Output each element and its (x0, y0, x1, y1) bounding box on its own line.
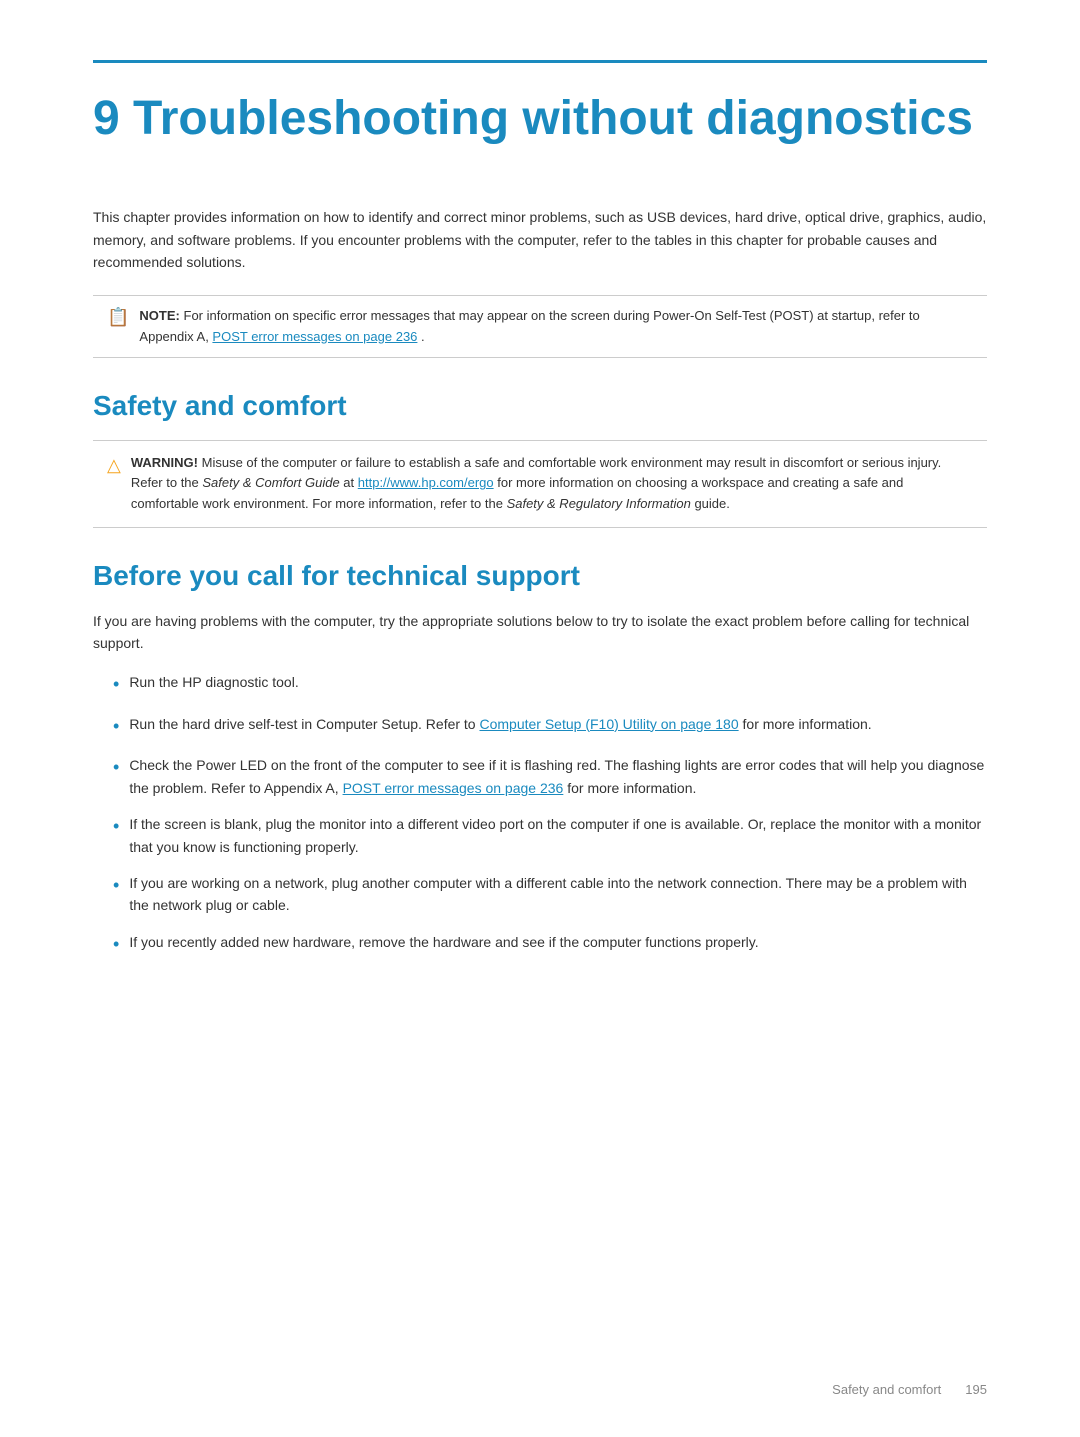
footer-page-number: 195 (965, 1382, 987, 1397)
section2-heading: Before you call for technical support (93, 560, 987, 592)
chapter-number: 9 (93, 92, 120, 145)
list-item-text: If you are working on a network, plug an… (129, 872, 987, 917)
list-item: • Run the hard drive self-test in Comput… (113, 713, 987, 741)
list-item-text: If you recently added new hardware, remo… (129, 931, 758, 953)
bullet-link[interactable]: POST error messages on page 236 (343, 780, 564, 796)
bullet-list: • Run the HP diagnostic tool. • Run the … (113, 671, 987, 959)
section1-heading: Safety and comfort (93, 390, 987, 422)
warning-text: WARNING! Misuse of the computer or failu… (131, 453, 973, 515)
intro-paragraph: This chapter provides information on how… (93, 206, 987, 273)
support-intro: If you are having problems with the comp… (93, 610, 987, 655)
list-item: • If the screen is blank, plug the monit… (113, 813, 987, 858)
chapter-title: 9 Troubleshooting without diagnostics (93, 91, 987, 146)
warning-italic2: Safety & Regulatory Information (507, 496, 691, 511)
warning-text-end: guide. (694, 496, 729, 511)
note-link[interactable]: POST error messages on page 236 (212, 329, 417, 344)
list-item: • Check the Power LED on the front of th… (113, 754, 987, 799)
bullet-dot: • (113, 812, 119, 841)
bullet-dot: • (113, 670, 119, 699)
list-item-text: Run the hard drive self-test in Computer… (129, 713, 871, 735)
bullet-dot: • (113, 930, 119, 959)
list-item: • If you recently added new hardware, re… (113, 931, 987, 959)
warning-text-mid: at (343, 475, 357, 490)
warning-italic1: Safety & Comfort Guide (202, 475, 339, 490)
warning-box: △ WARNING! Misuse of the computer or fai… (93, 440, 987, 528)
chapter-title-text: Troubleshooting without diagnostics (133, 92, 973, 145)
bullet-dot: • (113, 871, 119, 900)
note-text: NOTE: For information on specific error … (139, 306, 973, 346)
list-item: • Run the HP diagnostic tool. (113, 671, 987, 699)
bullet-link[interactable]: Computer Setup (F10) Utility on page 180 (479, 716, 738, 732)
footer-section-label: Safety and comfort (832, 1382, 941, 1397)
note-icon: 📋 (107, 307, 129, 328)
bullet-dot: • (113, 753, 119, 782)
chapter-header: 9 Troubleshooting without diagnostics (93, 60, 987, 146)
bullet-dot: • (113, 712, 119, 741)
list-item: • If you are working on a network, plug … (113, 872, 987, 917)
list-item-text: Check the Power LED on the front of the … (129, 754, 987, 799)
note-box: 📋 NOTE: For information on specific erro… (93, 295, 987, 357)
warning-icon: △ (107, 455, 121, 476)
page-footer: Safety and comfort 195 (832, 1382, 987, 1397)
warning-label: WARNING! (131, 455, 198, 470)
note-label: NOTE: (139, 308, 179, 323)
list-item-text: Run the HP diagnostic tool. (129, 671, 298, 693)
warning-link1[interactable]: http://www.hp.com/ergo (358, 475, 494, 490)
list-item-text: If the screen is blank, plug the monitor… (129, 813, 987, 858)
note-period: . (421, 329, 425, 344)
